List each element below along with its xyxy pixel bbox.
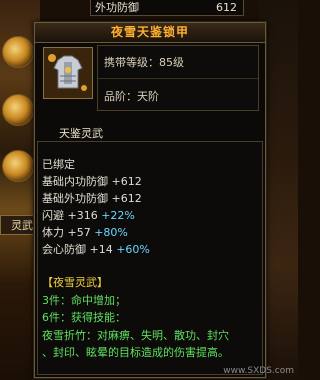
stats-panel: 已绑定 基础内功防御 +612 基础外功防御 +612 闪避 +316 +22%… — [37, 141, 263, 375]
stat-value: 612 — [216, 1, 237, 14]
stat-line: 闪避 +316 +22% — [42, 207, 135, 223]
stat-line: 基础内功防御 +612 — [42, 173, 142, 189]
orb-icon — [2, 150, 34, 182]
set-bonus-3: 3件：命中增加； — [42, 294, 126, 307]
stat-base: +14 — [89, 243, 113, 256]
bound-status: 已绑定 — [42, 158, 75, 171]
divider — [98, 78, 258, 79]
skill-description: 夜雪折竹：对麻痹、失明、散功、封穴 — [42, 329, 229, 342]
stat-label: 外功防御 — [95, 1, 139, 14]
orb-icon — [2, 36, 34, 68]
stat-line: 基础外功防御 +612 — [42, 190, 142, 206]
stat-base: +316 — [67, 209, 98, 222]
side-tab[interactable]: 灵武 — [0, 215, 36, 235]
stat-row: 外功防御 612 — [90, 0, 244, 16]
stat-base: +57 — [67, 226, 91, 239]
item-title: 夜雪天鉴锁甲 — [35, 23, 265, 43]
stat-name: 基础内功防御 — [42, 175, 108, 188]
stat-name: 闪避 — [42, 209, 64, 222]
item-grade: 品阶：天阶 — [104, 90, 159, 103]
stat-line: 会心防御 +14 +60% — [42, 241, 150, 257]
stat-name: 基础外功防御 — [42, 192, 108, 205]
item-info-box: 携带等级：85级 品阶：天阶 — [97, 45, 259, 111]
stat-extra: +80% — [94, 226, 128, 239]
stat-extra: +60% — [116, 243, 150, 256]
stat-base: +612 — [111, 192, 142, 205]
item-icon-frame — [43, 47, 93, 99]
section-heading: 天鉴灵武 — [59, 127, 103, 140]
stat-name: 体力 — [42, 226, 64, 239]
stat-extra: +22% — [101, 209, 135, 222]
armor-icon — [44, 48, 92, 98]
level-requirement: 携带等级：85级 — [104, 56, 184, 69]
stat-base: +612 — [111, 175, 142, 188]
set-bonus-6: 6件：获得技能： — [42, 311, 126, 324]
stat-line: 体力 +57 +80% — [42, 224, 128, 240]
watermark: www.SXDS.com — [223, 366, 294, 376]
orb-icon — [2, 94, 34, 126]
skill-description-cont: 、封印、眩晕的目标造成的伤害提高。 — [42, 346, 229, 359]
item-tooltip: 夜雪天鉴锁甲 携带等级：85级 品阶：天阶 天鉴灵武 已绑定 基础内功防御 +6… — [34, 22, 266, 378]
stat-name: 会心防御 — [42, 243, 86, 256]
set-name: 【夜雪灵武】 — [42, 276, 108, 289]
